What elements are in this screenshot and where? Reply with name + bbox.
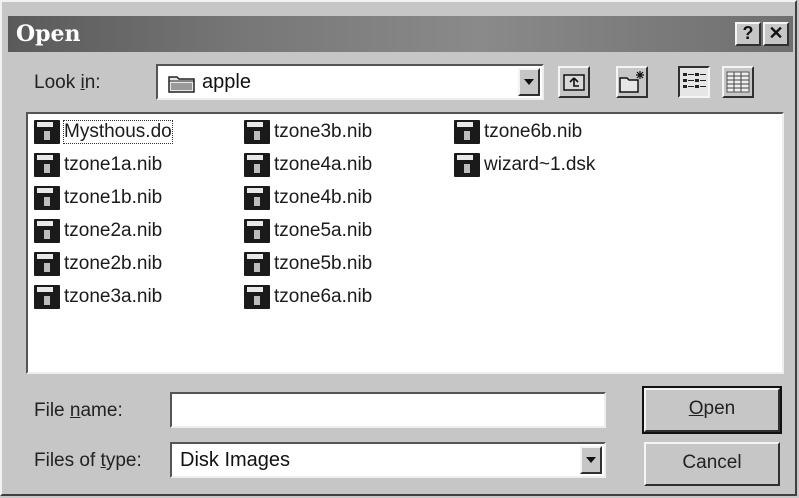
file-item[interactable]: tzone5a.nib (244, 217, 372, 245)
disk-image-icon (34, 120, 60, 144)
file-item[interactable]: tzone1a.nib (34, 151, 162, 179)
folder-icon (168, 73, 196, 93)
file-item-label: tzone6a.nib (274, 286, 373, 307)
file-item-label: tzone1b.nib (64, 187, 163, 208)
file-item-label: tzone2a.nib (64, 220, 163, 241)
disk-image-icon (244, 153, 270, 177)
look-in-label: Look in: (34, 72, 101, 93)
files-of-type-dropdown-button[interactable] (580, 446, 602, 474)
disk-image-icon (34, 153, 60, 177)
files-of-type-select[interactable]: Disk Images (170, 442, 606, 478)
help-button[interactable]: ? (735, 22, 761, 46)
look-in-dropdown-button[interactable] (518, 68, 540, 96)
disk-image-icon (244, 120, 270, 144)
file-item[interactable]: Mysthous.do (34, 118, 173, 146)
files-of-type-value: Disk Images (180, 449, 291, 471)
files-of-type-label: Files of type: (34, 450, 142, 471)
file-item-label: tzone1a.nib (64, 154, 163, 175)
file-name-label: File name: (34, 400, 123, 421)
disk-image-icon (34, 186, 60, 210)
file-item[interactable]: tzone6a.nib (244, 283, 372, 311)
details-view-icon (724, 71, 752, 100)
disk-image-icon (34, 219, 60, 243)
file-item[interactable]: tzone4a.nib (244, 151, 372, 179)
new-folder-button[interactable] (616, 66, 648, 98)
disk-image-icon (454, 120, 480, 144)
disk-image-icon (34, 285, 60, 309)
file-item[interactable]: tzone5b.nib (244, 250, 372, 278)
file-name-input[interactable] (170, 392, 606, 428)
file-item[interactable]: tzone2a.nib (34, 217, 162, 245)
list-view-button[interactable] (678, 66, 710, 98)
file-item[interactable]: tzone6b.nib (454, 118, 582, 146)
file-item[interactable]: tzone4b.nib (244, 184, 372, 212)
open-button[interactable]: Open (642, 386, 782, 434)
file-item-label: tzone6b.nib (484, 121, 583, 142)
open-dialog: Open ? ✕ Look in: apple Mysthous.do tzon… (0, 0, 797, 496)
disk-image-icon (244, 252, 270, 276)
file-item-label: tzone2b.nib (64, 253, 163, 274)
look-in-select[interactable]: apple (156, 64, 544, 100)
file-item[interactable]: wizard~1.dsk (454, 151, 595, 179)
disk-image-icon (244, 186, 270, 210)
window-title: Open (16, 21, 81, 47)
file-item-label: Mysthous.do (63, 120, 173, 144)
new-folder-icon (618, 71, 646, 100)
up-folder-icon (560, 74, 588, 100)
file-item-label: tzone5b.nib (274, 253, 373, 274)
disk-image-icon (454, 153, 480, 177)
cancel-button[interactable]: Cancel (644, 442, 780, 486)
close-button[interactable]: ✕ (763, 22, 789, 46)
file-item[interactable]: tzone3b.nib (244, 118, 372, 146)
disk-image-icon (34, 252, 60, 276)
details-view-button[interactable] (722, 66, 754, 98)
disk-image-icon (244, 219, 270, 243)
file-item-label: wizard~1.dsk (484, 154, 596, 175)
title-bar[interactable]: Open ? ✕ (8, 16, 793, 52)
file-item-label: tzone4b.nib (274, 187, 373, 208)
up-one-level-button[interactable] (558, 66, 590, 98)
file-item[interactable]: tzone3a.nib (34, 283, 162, 311)
file-item-label: tzone5a.nib (274, 220, 373, 241)
file-item-label: tzone3a.nib (64, 286, 163, 307)
file-item[interactable]: tzone1b.nib (34, 184, 162, 212)
file-item-label: tzone4a.nib (274, 154, 373, 175)
disk-image-icon (244, 285, 270, 309)
list-view-icon (680, 73, 708, 100)
file-list[interactable]: Mysthous.do tzone1a.nib tzone1b.nib tzone2a… (26, 112, 784, 374)
look-in-value: apple (202, 71, 251, 93)
file-item[interactable]: tzone2b.nib (34, 250, 162, 278)
file-item-label: tzone3b.nib (274, 121, 373, 142)
